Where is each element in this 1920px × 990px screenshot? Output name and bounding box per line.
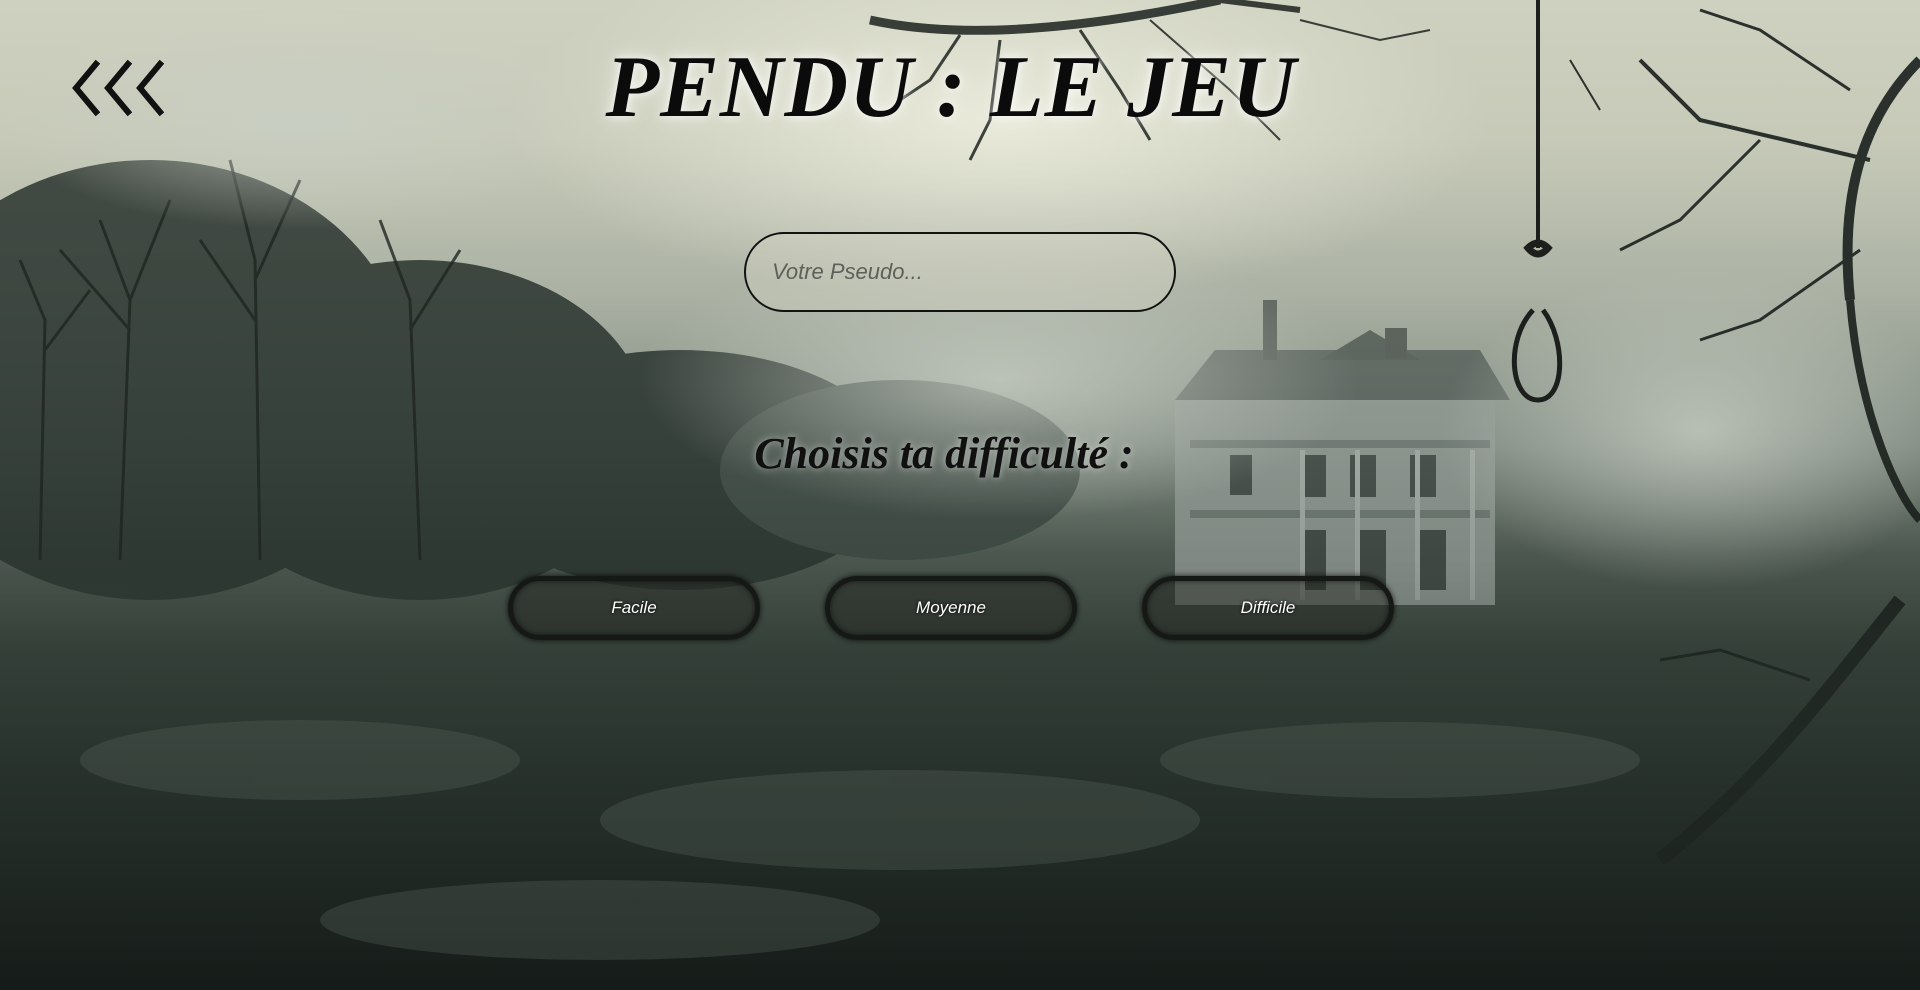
difficulty-prompt: Choisis ta difficulté : [754, 429, 1134, 478]
left-trees-icon [0, 160, 1080, 600]
page-title: PENDU : LE JEU [605, 39, 1297, 136]
page: PENDU : LE JEU Choisis ta difficulté : F… [0, 0, 1920, 990]
difficulty-facile-button[interactable]: Facile [508, 576, 760, 640]
background-scenery [0, 0, 1920, 990]
difficulty-moyenne-button[interactable]: Moyenne [825, 576, 1077, 640]
difficulty-difficile-button[interactable]: Difficile [1142, 576, 1394, 640]
pseudo-input[interactable] [744, 232, 1176, 312]
